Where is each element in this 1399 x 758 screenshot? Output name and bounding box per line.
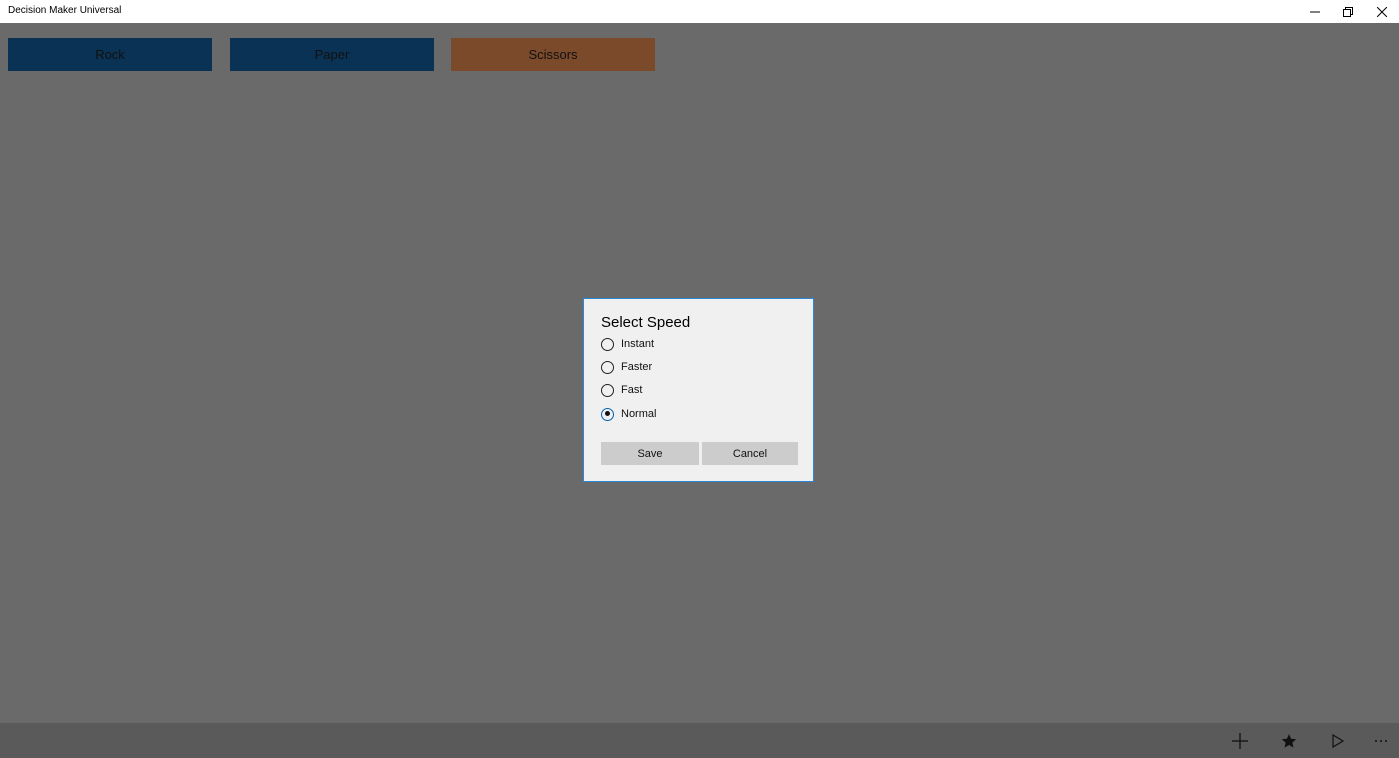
cancel-button[interactable]: Cancel: [702, 442, 798, 465]
close-icon: [1377, 6, 1387, 17]
star-icon: [1281, 733, 1297, 748]
radio-faster[interactable]: Faster: [601, 358, 652, 376]
choice-scissors-button[interactable]: Scissors: [451, 38, 655, 71]
restore-button[interactable]: [1331, 0, 1365, 23]
window-title: Decision Maker Universal: [8, 5, 122, 16]
radio-label: Normal: [621, 408, 657, 420]
title-bar: Decision Maker Universal: [0, 0, 1399, 23]
more-icon: [1375, 739, 1387, 742]
radio-button[interactable]: [601, 360, 614, 374]
close-button[interactable]: [1365, 0, 1399, 23]
radio-instant[interactable]: Instant: [601, 335, 654, 353]
radio-button[interactable]: [601, 337, 614, 351]
play-icon: [1332, 733, 1345, 748]
radio-label: Faster: [621, 361, 653, 373]
radio-fast[interactable]: Fast: [601, 381, 642, 399]
restore-icon: [1343, 6, 1353, 17]
dialog-title: Select Speed: [601, 314, 691, 331]
radio-normal[interactable]: Normal: [601, 405, 656, 423]
add-icon: [1232, 732, 1248, 749]
play-button[interactable]: [1318, 723, 1358, 758]
choice-rock-button[interactable]: Rock: [8, 38, 212, 71]
radio-label: Instant: [621, 338, 655, 350]
radio-button[interactable]: [601, 383, 614, 397]
minimize-button[interactable]: [1298, 0, 1332, 23]
radio-button[interactable]: [601, 407, 614, 421]
command-bar: [0, 723, 1399, 758]
radio-label: Fast: [621, 384, 643, 396]
favorite-button[interactable]: [1269, 723, 1309, 758]
choice-paper-button[interactable]: Paper: [230, 38, 434, 71]
minimize-icon: [1310, 11, 1320, 12]
save-button[interactable]: Save: [601, 442, 699, 465]
add-button[interactable]: [1220, 723, 1260, 758]
select-speed-dialog: Select Speed Instant Faster Fast Normal …: [583, 298, 814, 482]
more-button[interactable]: [1361, 723, 1399, 758]
